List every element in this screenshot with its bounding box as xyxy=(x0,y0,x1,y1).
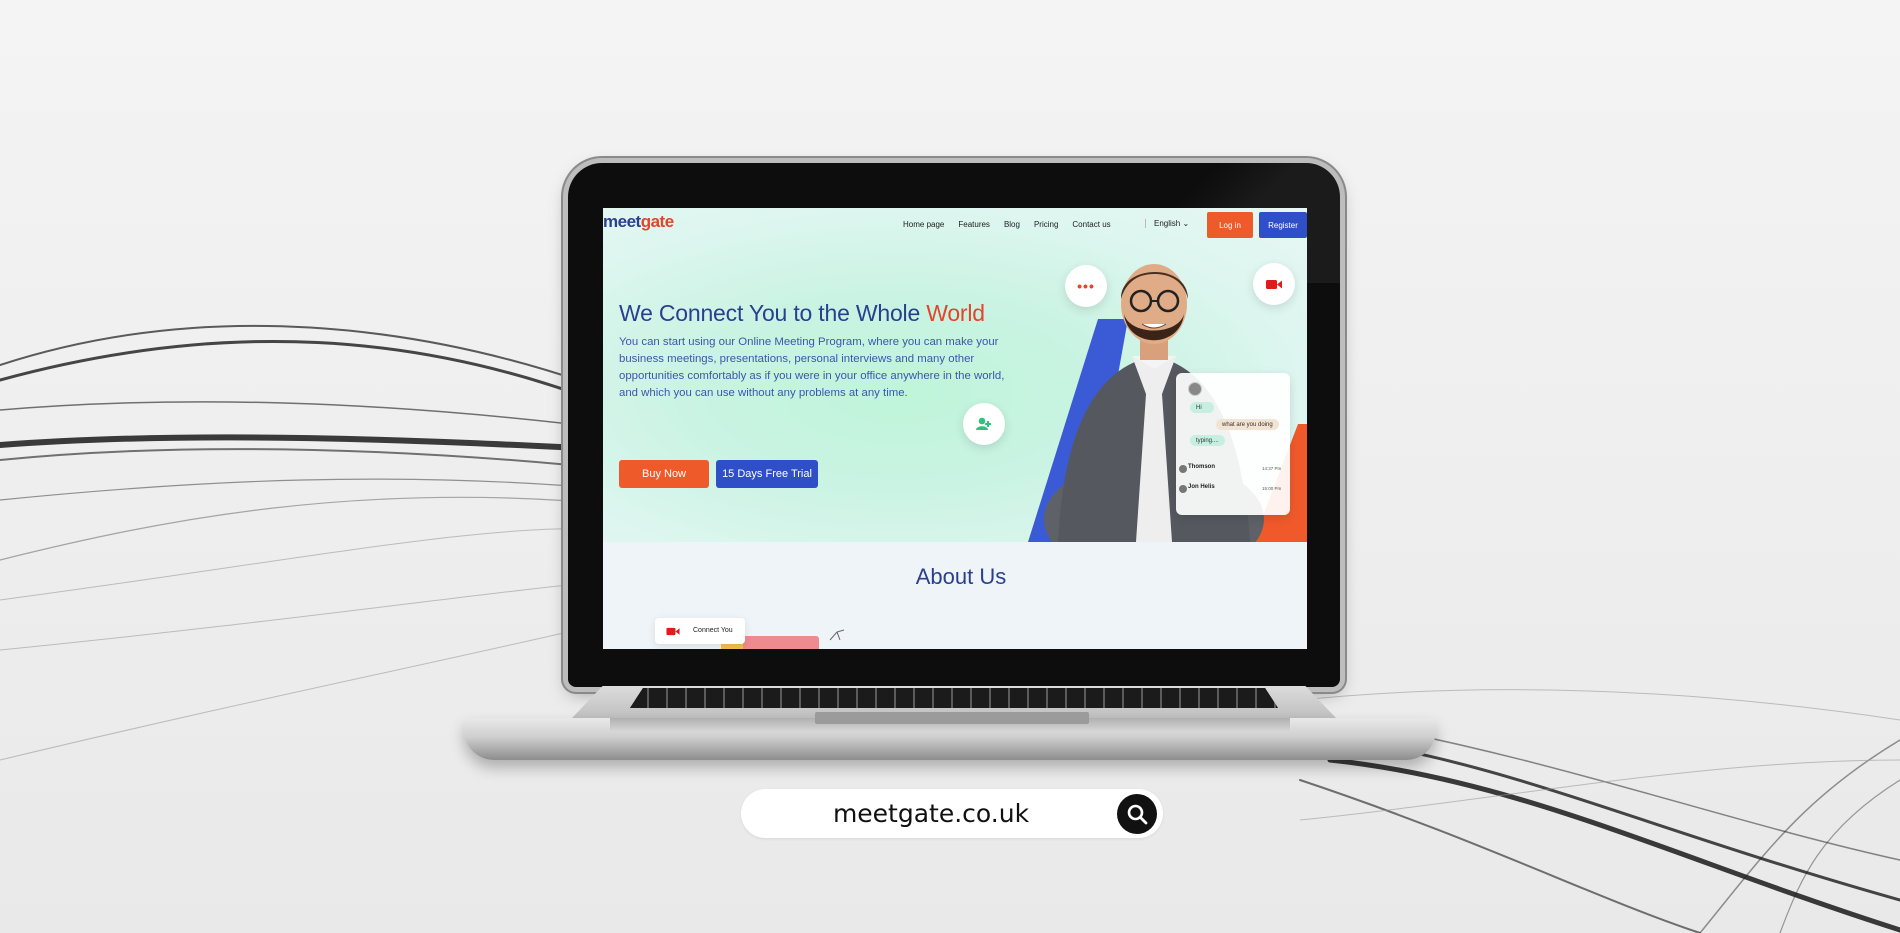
sparkle-icon xyxy=(829,629,845,641)
contact-avatar xyxy=(1179,485,1187,493)
nav-item-blog[interactable]: Blog xyxy=(1004,220,1020,229)
chat-message-hi: Hi xyxy=(1190,402,1214,413)
hero-title-main: We Connect You to the Whole xyxy=(619,300,927,326)
about-title: About Us xyxy=(915,564,1007,589)
connect-label: Connect You xyxy=(693,627,733,634)
add-user-icon xyxy=(976,417,991,430)
buy-now-button[interactable]: Buy Now xyxy=(619,460,709,488)
nav-links: Home page Features Blog Pricing Contact … xyxy=(903,220,1111,229)
search-icon xyxy=(1127,804,1148,825)
contact-time: 15:00 Pm xyxy=(1262,486,1282,491)
register-button[interactable]: Register xyxy=(1259,212,1307,238)
laptop-lid: meetgate Home page Features Blog Pricing… xyxy=(568,163,1340,687)
decoration-bar xyxy=(743,636,819,649)
language-select[interactable]: English ⌄ xyxy=(1145,219,1189,228)
chat-card: Hi what are you doing typing.... Thomson… xyxy=(1176,373,1290,515)
hero-title-highlight: World xyxy=(926,300,985,326)
laptop-trackpad xyxy=(815,712,1089,724)
nav-item-contact[interactable]: Contact us xyxy=(1072,220,1110,229)
chevron-down-icon: ⌄ xyxy=(1182,219,1190,228)
chat-message-question: what are you doing xyxy=(1216,419,1279,430)
contact-name: Thomson xyxy=(1188,464,1215,470)
laptop-keys xyxy=(630,688,1278,708)
nav-item-features[interactable]: Features xyxy=(958,220,990,229)
connect-card: Connect You xyxy=(655,618,745,644)
search-button[interactable] xyxy=(1117,794,1157,834)
video-camera-icon xyxy=(666,627,680,636)
language-label: English xyxy=(1154,219,1181,228)
video-bubble-button[interactable] xyxy=(1253,263,1295,305)
nav-item-pricing[interactable]: Pricing xyxy=(1034,220,1058,229)
more-icon: ••• xyxy=(1077,278,1095,294)
avatar xyxy=(1188,382,1202,396)
add-user-bubble-button[interactable] xyxy=(963,403,1005,445)
login-button[interactable]: Log in xyxy=(1207,212,1253,238)
url-search-bar[interactable]: meetgate.co.uk xyxy=(741,789,1163,838)
url-text: meetgate.co.uk xyxy=(832,799,1030,828)
contact-avatar xyxy=(1179,465,1187,473)
hero-description: You can start using our Online Meeting P… xyxy=(619,336,1005,399)
logo-part1: meet xyxy=(603,212,641,231)
site-logo[interactable]: meetgate xyxy=(603,212,674,232)
nav-item-home[interactable]: Home page xyxy=(903,220,944,229)
chat-bubble-button[interactable]: ••• xyxy=(1065,265,1107,307)
chat-typing: typing.... xyxy=(1190,435,1225,446)
hero-title: We Connect You to the Whole World xyxy=(619,300,985,327)
free-trial-button[interactable]: 15 Days Free Trial xyxy=(716,460,818,488)
logo-part2: gate xyxy=(640,212,674,231)
contact-name: Jon Helis xyxy=(1188,484,1215,490)
video-camera-icon xyxy=(1266,279,1282,289)
laptop-screen: meetgate Home page Features Blog Pricing… xyxy=(603,208,1307,649)
contact-time: 14:37 Pm xyxy=(1262,466,1282,471)
site-nav: meetgate Home page Features Blog Pricing… xyxy=(603,208,1307,246)
